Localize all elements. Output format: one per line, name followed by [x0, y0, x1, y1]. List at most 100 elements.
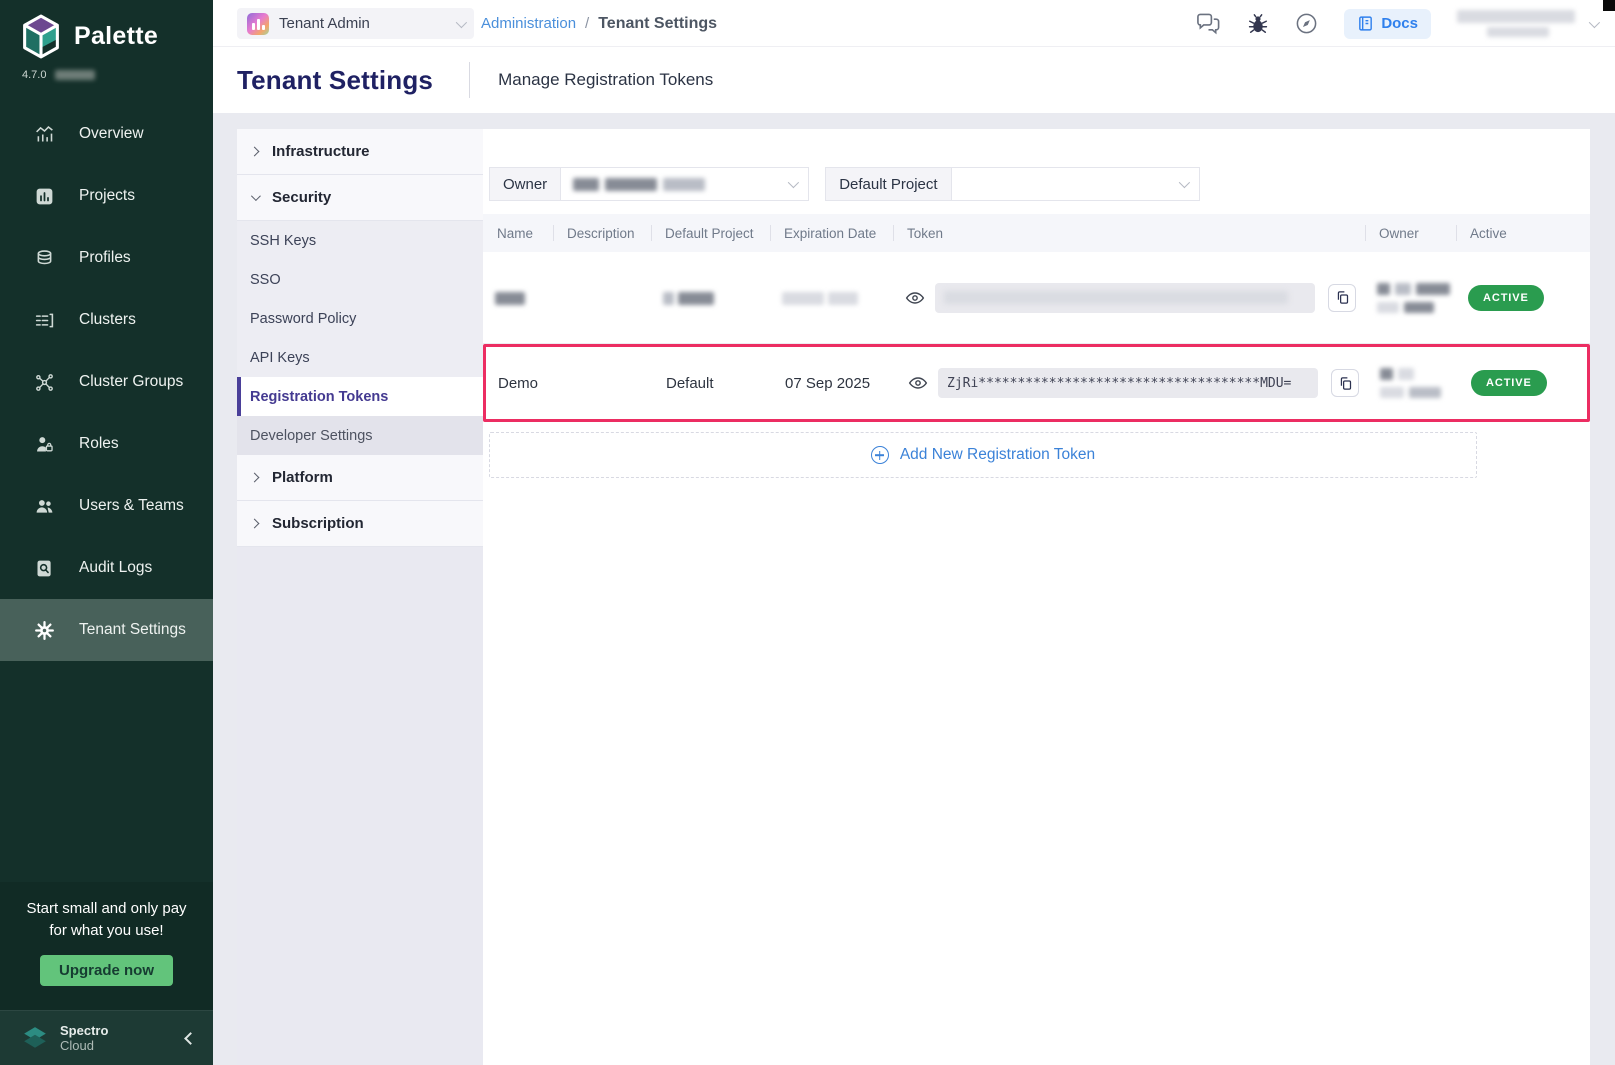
- header-divider: [469, 62, 470, 98]
- owner-filter-value-redacted: [561, 178, 788, 191]
- breadcrumb-administration-link[interactable]: Administration: [481, 15, 576, 32]
- sidebar-item-profiles[interactable]: Profiles: [0, 227, 213, 289]
- sidebar-item-audit-logs[interactable]: Audit Logs: [0, 537, 213, 599]
- chevron-right-icon: [250, 473, 260, 483]
- sidebar-footer: Spectro Cloud: [0, 1010, 213, 1065]
- settings-item-api-keys[interactable]: API Keys: [237, 338, 483, 377]
- cluster-groups-icon: [34, 372, 55, 393]
- compass-icon: [1295, 12, 1318, 35]
- version-label: 4.7.0: [0, 59, 213, 81]
- docs-button[interactable]: Docs: [1344, 9, 1431, 39]
- overview-icon: [34, 124, 55, 145]
- settings-item-label: API Keys: [250, 350, 310, 366]
- sidebar-item-cluster-groups[interactable]: Cluster Groups: [0, 351, 213, 413]
- chevron-right-icon: [250, 147, 260, 157]
- registration-tokens-panel: Owner Default Project Name Description: [483, 129, 1590, 1065]
- chevron-down-icon: [251, 191, 261, 201]
- copy-token-button[interactable]: [1328, 284, 1356, 312]
- spectro-cloud-logo-icon: [22, 1026, 48, 1050]
- status-badge: ACTIVE: [1468, 285, 1544, 311]
- gear-icon: [34, 620, 55, 641]
- plus-icon: [871, 446, 889, 464]
- settings-group-subscription[interactable]: Subscription: [237, 501, 483, 547]
- explore-button[interactable]: [1295, 12, 1318, 35]
- tenant-admin-icon: [247, 13, 269, 35]
- clusters-icon: [34, 310, 55, 331]
- cell-expiration: 07 Sep 2025: [785, 375, 908, 392]
- topbar-actions: Docs: [1196, 0, 1597, 47]
- column-header-description: Description: [565, 226, 663, 241]
- cell-name-redacted: [495, 289, 565, 306]
- settings-item-label: Developer Settings: [250, 428, 373, 444]
- sidebar-item-label: Users & Teams: [79, 497, 184, 515]
- sidebar-item-projects[interactable]: Projects: [0, 165, 213, 227]
- settings-item-password-policy[interactable]: Password Policy: [237, 299, 483, 338]
- page-subtitle: Manage Registration Tokens: [498, 70, 713, 90]
- filter-bar: Owner Default Project: [489, 167, 1590, 201]
- sidebar-item-label: Roles: [79, 435, 119, 453]
- column-header-name: Name: [495, 226, 565, 241]
- show-token-button[interactable]: [905, 288, 925, 308]
- sidebar-item-clusters[interactable]: Clusters: [0, 289, 213, 351]
- audit-logs-icon: [34, 558, 55, 579]
- brand-name: Palette: [74, 22, 158, 51]
- cell-expiration-redacted: [782, 289, 905, 306]
- page-title: Tenant Settings: [237, 65, 433, 96]
- docs-book-icon: [1357, 15, 1374, 32]
- table-row-highlighted[interactable]: Demo Default 07 Sep 2025 ZjRi***********…: [483, 344, 1590, 422]
- add-token-label: Add New Registration Token: [900, 446, 1095, 464]
- copy-token-button[interactable]: [1331, 369, 1359, 397]
- upgrade-promo: Start small and only pay for what you us…: [0, 882, 213, 1010]
- settings-item-developer-settings[interactable]: Developer Settings: [237, 416, 483, 455]
- chat-icon: [1196, 13, 1221, 35]
- scope-selector-label: Tenant Admin: [279, 15, 370, 32]
- promo-text-line2: for what you use!: [0, 920, 213, 942]
- cell-active: ACTIVE: [1471, 370, 1575, 396]
- chevron-right-icon: [250, 519, 260, 529]
- show-token-button[interactable]: [908, 373, 928, 393]
- content-area: Infrastructure Security SSH Keys SSO Pas…: [213, 113, 1615, 1065]
- token-value-redacted: [935, 283, 1315, 313]
- owner-filter[interactable]: Owner: [489, 167, 809, 201]
- settings-group-platform[interactable]: Platform: [237, 455, 483, 501]
- sidebar-item-label: Tenant Settings: [79, 621, 186, 639]
- sidebar-item-roles[interactable]: Roles: [0, 413, 213, 475]
- add-registration-token-button[interactable]: Add New Registration Token: [489, 432, 1477, 478]
- settings-item-sso[interactable]: SSO: [237, 260, 483, 299]
- footer-brand-line2: Cloud: [60, 1038, 108, 1053]
- projects-icon: [34, 186, 55, 207]
- sidebar-item-label: Cluster Groups: [79, 373, 183, 391]
- primary-sidebar: Palette 4.7.0 Overview Projects: [0, 0, 213, 1065]
- page-header: Tenant Settings Manage Registration Toke…: [213, 47, 1615, 113]
- bug-icon: [1247, 13, 1269, 35]
- cell-owner-redacted: [1380, 368, 1471, 398]
- settings-item-ssh-keys[interactable]: SSH Keys: [237, 221, 483, 260]
- user-name-redacted: [1457, 10, 1575, 37]
- scope-selector[interactable]: Tenant Admin: [237, 8, 474, 39]
- cell-token: ZjRi************************************…: [908, 368, 1380, 398]
- copy-icon: [1335, 290, 1350, 305]
- default-project-filter-label: Default Project: [826, 168, 951, 200]
- settings-item-registration-tokens[interactable]: Registration Tokens: [237, 377, 483, 416]
- user-menu[interactable]: [1457, 10, 1597, 37]
- column-header-owner: Owner: [1377, 226, 1468, 241]
- collapse-sidebar-icon[interactable]: [184, 1032, 197, 1045]
- cell-token: [905, 283, 1377, 313]
- cell-owner-redacted: [1377, 283, 1468, 313]
- settings-item-label: SSH Keys: [250, 233, 316, 249]
- sidebar-item-label: Projects: [79, 187, 135, 205]
- app-window: Palette 4.7.0 Overview Projects: [0, 0, 1615, 1065]
- report-bug-button[interactable]: [1247, 13, 1269, 35]
- cell-default-project-redacted: [663, 289, 782, 306]
- default-project-filter[interactable]: Default Project: [825, 167, 1199, 201]
- upgrade-now-button[interactable]: Upgrade now: [40, 955, 173, 986]
- sidebar-item-users-teams[interactable]: Users & Teams: [0, 475, 213, 537]
- sidebar-item-overview[interactable]: Overview: [0, 103, 213, 165]
- sidebar-item-label: Audit Logs: [79, 559, 152, 577]
- table-row[interactable]: ACTIVE: [483, 252, 1590, 344]
- sidebar-item-tenant-settings[interactable]: Tenant Settings: [0, 599, 213, 661]
- sidebar-nav: Overview Projects Profiles: [0, 103, 213, 661]
- settings-group-security[interactable]: Security: [237, 175, 483, 221]
- settings-group-infrastructure[interactable]: Infrastructure: [237, 129, 483, 175]
- feedback-button[interactable]: [1196, 13, 1221, 35]
